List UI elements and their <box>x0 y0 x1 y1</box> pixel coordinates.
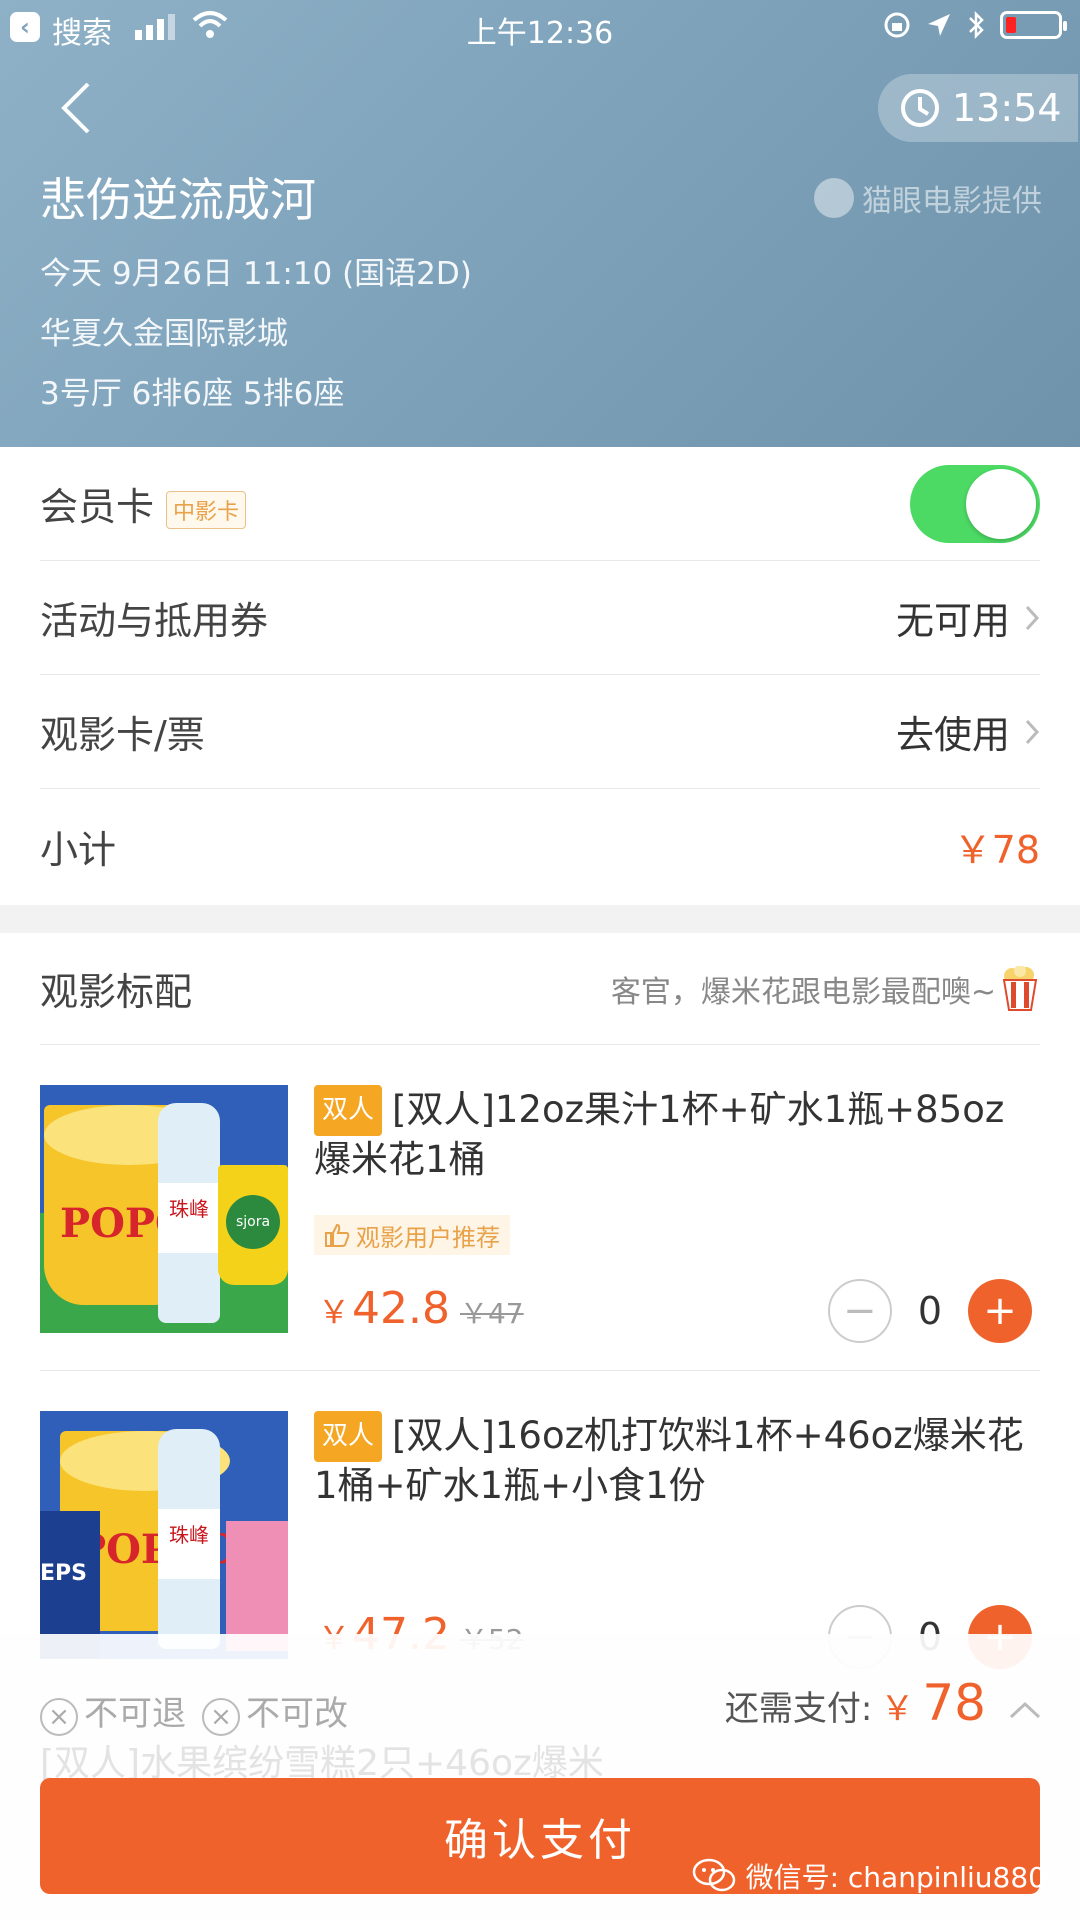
coupon-label: 活动与抵用券 <box>40 599 269 643</box>
chevron-up-icon[interactable] <box>1008 1700 1042 1720</box>
coupon-row[interactable]: 活动与抵用券 无可用 <box>40 561 1040 675</box>
showtime: 今天 9月26日 11:10 (国语2D) <box>40 256 472 292</box>
member-card-tag: 中影卡 <box>166 490 247 529</box>
pay-bar: × 不可退 × 不可改 还需支付: ￥ 78 [双人]水果缤纷雪糕2只+46oz爆米… <box>0 1634 1080 1920</box>
snack-badge: 双人 <box>314 1411 383 1462</box>
subtotal-row: 小计 ￥78 <box>40 789 1040 903</box>
snack-badge: 双人 <box>314 1085 383 1136</box>
snack-name-text: [双人]12oz果汁1杯+矿水1瓶+85oz爆米花1桶 <box>314 1088 1005 1181</box>
snack-name: 双人 [双人]16oz机打饮料1杯+46oz爆米花1桶+矿水1瓶+小食1份 <box>314 1411 1040 1509</box>
movie-card-value: 去使用 <box>895 713 1010 757</box>
rotation-lock-icon <box>884 12 910 38</box>
member-card-label: 会员卡 <box>40 485 155 529</box>
snack-thumbnail: POPCO 珠峰 sjora <box>40 1085 288 1333</box>
price-value: 42.8 <box>352 1283 450 1334</box>
subtotal-value: ￥78 <box>953 827 1040 872</box>
payment-countdown: 13:54 <box>878 74 1078 142</box>
chevron-right-icon <box>1025 719 1040 744</box>
snack-price: ￥42.8 ￥47 <box>318 1283 524 1334</box>
snack-header: 观影标配 客官，爆米花跟电影最配噢~ <box>40 933 1040 1045</box>
payment-options: 会员卡 中影卡 活动与抵用券 无可用 观影卡/票 去使用 小计 ￥78 <box>0 447 1080 905</box>
decrease-button[interactable]: − <box>827 1279 892 1343</box>
toggle-knob <box>966 468 1036 539</box>
recommend-text: 观影用户推荐 <box>356 1223 500 1252</box>
thumbs-up-icon <box>325 1223 350 1247</box>
watermark-text: 微信号: chanpinliu880 <box>745 1861 1046 1894</box>
snack-subtitle: 客官，爆米花跟电影最配噢~ <box>610 974 996 1010</box>
original-price: ￥47 <box>459 1297 524 1330</box>
no-refund-label: 不可退 <box>84 1694 186 1734</box>
battery-icon <box>1000 11 1067 39</box>
increase-button[interactable]: + <box>968 1279 1032 1343</box>
order-header: ‹ 搜索 上午12:36 13:54 悲伤逆流成河 猫眼电影提供 今天 9月26… <box>0 0 1080 447</box>
cinema-name: 华夏久金国际影城 <box>40 316 288 352</box>
snack-thumbnail: POPCO EPS 珠峰 <box>40 1411 288 1659</box>
amount-due-value: 78 <box>922 1674 986 1732</box>
amount-due-label: 还需支付: <box>724 1689 873 1729</box>
movie-title: 悲伤逆流成河 <box>40 173 316 227</box>
seat-info: 3号厅 6排6座 5排6座 <box>40 376 345 412</box>
currency-symbol: ￥ <box>880 1689 915 1729</box>
location-icon <box>928 14 950 36</box>
popcorn-icon <box>1002 965 1038 1011</box>
provider-text: 猫眼电影提供 <box>862 184 1042 219</box>
wechat-icon <box>692 1858 735 1892</box>
ticket-policies: × 不可退 × 不可改 <box>40 1686 348 1736</box>
recommend-tag: 观影用户推荐 <box>314 1215 510 1255</box>
movie-card-row[interactable]: 观影卡/票 去使用 <box>40 675 1040 789</box>
subtotal-label: 小计 <box>40 827 117 872</box>
snack-title: 观影标配 <box>40 970 193 1014</box>
countdown-value: 13:54 <box>952 86 1062 130</box>
member-card-toggle[interactable] <box>910 464 1040 543</box>
clock-icon <box>901 89 939 127</box>
chevron-right-icon <box>1025 605 1040 630</box>
no-change-label: 不可改 <box>246 1694 348 1734</box>
member-card-row: 会员卡 中影卡 <box>40 447 1040 561</box>
wechat-watermark: 微信号: chanpinliu880 <box>692 1856 1046 1896</box>
snack-name-text: [双人]16oz机打饮料1杯+46oz爆米花1桶+矿水1瓶+小食1份 <box>314 1414 1024 1507</box>
coupon-value: 无可用 <box>895 599 1010 643</box>
no-refund-icon: × <box>40 1698 78 1736</box>
amount-due[interactable]: 还需支付: ￥ 78 <box>725 1674 1042 1732</box>
snack-section: 观影标配 客官，爆米花跟电影最配噢~ POPCO 珠峰 sjora 双人 [双人]… <box>0 933 1080 1697</box>
no-change-icon: × <box>202 1698 240 1736</box>
quantity-stepper: − 0 + <box>827 1279 1032 1343</box>
movie-card-label: 观影卡/票 <box>40 713 205 757</box>
back-icon[interactable] <box>58 80 94 136</box>
status-bar: ‹ 搜索 上午12:36 <box>0 0 1080 54</box>
currency-symbol: ￥ <box>318 1293 351 1331</box>
provider-label: 猫眼电影提供 <box>814 176 1042 220</box>
bluetooth-icon <box>969 10 984 40</box>
quantity-value: 0 <box>917 1289 942 1333</box>
snack-name: 双人 [双人]12oz果汁1杯+矿水1瓶+85oz爆米花1桶 <box>314 1085 1040 1183</box>
status-icons <box>882 10 1067 40</box>
snack-item[interactable]: POPCO 珠峰 sjora 双人 [双人]12oz果汁1杯+矿水1瓶+85oz爆… <box>40 1045 1040 1371</box>
maoyan-cat-icon <box>814 178 854 218</box>
